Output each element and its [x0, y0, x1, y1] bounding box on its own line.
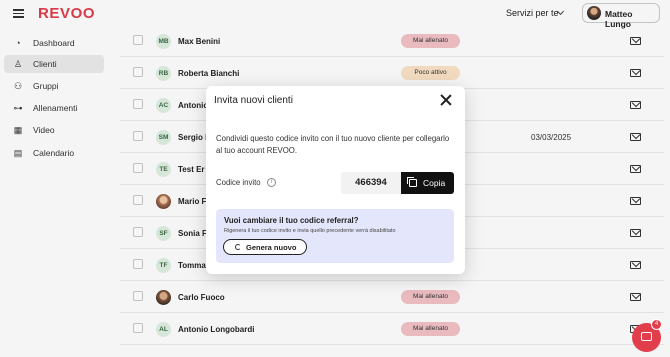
generate-new-button[interactable]: Genera nuovo: [223, 239, 307, 255]
refresh-icon: [235, 244, 241, 250]
chat-badge: 4: [651, 319, 662, 330]
referral-subtitle: Rigenera il tuo codice invito e invia qu…: [224, 228, 396, 234]
invite-code-value: 466394: [341, 172, 401, 194]
chat-button[interactable]: 4: [632, 319, 662, 352]
copy-button-label: Copia: [423, 178, 446, 188]
referral-title: Vuoi cambiare il tuo codice referral?: [224, 216, 359, 225]
referral-panel: Vuoi cambiare il tuo codice referral? Ri…: [216, 209, 454, 263]
info-icon[interactable]: i: [267, 178, 276, 187]
copy-icon: [407, 177, 417, 187]
copy-button[interactable]: Copia: [401, 172, 454, 194]
invite-code-label: Codice invito: [216, 178, 261, 187]
modal-description: Condividi questo codice invito con il tu…: [216, 134, 450, 155]
close-icon[interactable]: [440, 94, 452, 106]
chat-icon: [641, 332, 652, 341]
generate-new-label: Genera nuovo: [246, 243, 297, 252]
modal-title: Invita nuovi clienti: [214, 95, 293, 106]
invite-modal: Invita nuovi clienti Condividi questo co…: [206, 86, 465, 274]
